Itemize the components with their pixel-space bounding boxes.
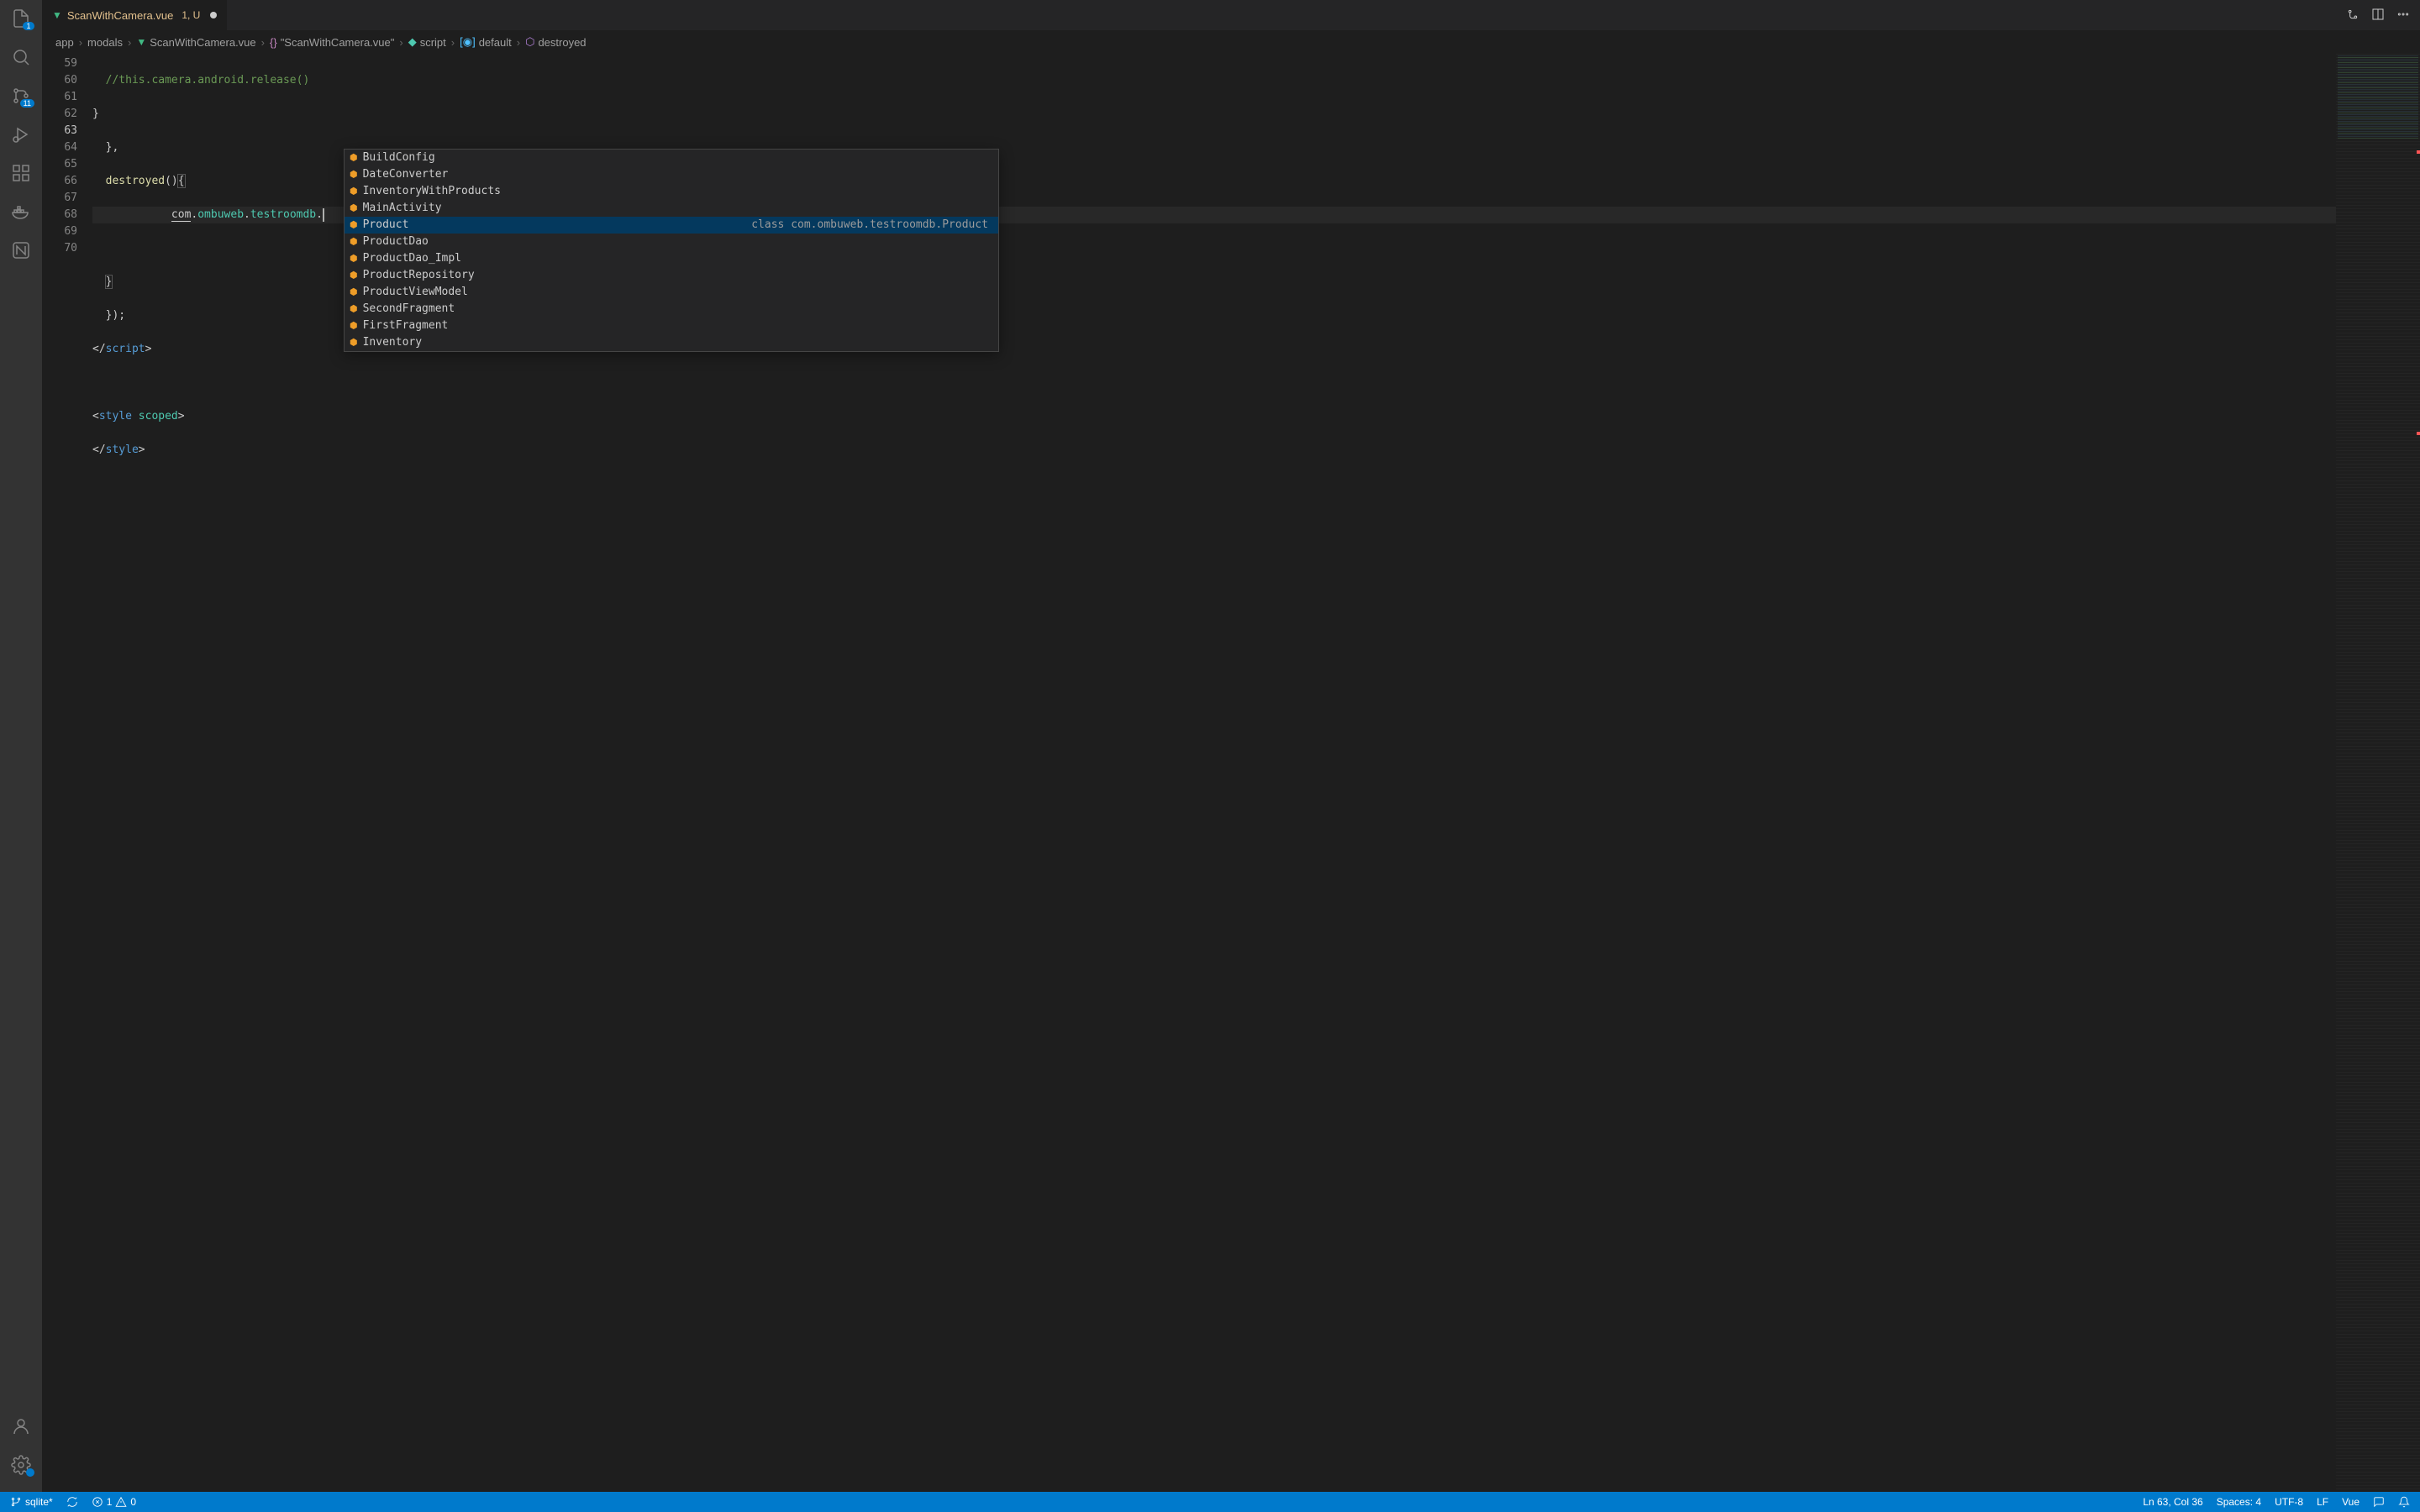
suggest-item[interactable]: ⬢ MainActivity <box>345 200 998 217</box>
suggest-item[interactable]: ⬢ Inventory <box>345 334 998 351</box>
status-feedback-icon[interactable] <box>2373 1496 2385 1508</box>
suggest-label: ProductRepository <box>363 267 475 284</box>
suggest-item[interactable]: ⬢ SecondFragment <box>345 301 998 318</box>
status-branch[interactable]: sqlite* <box>10 1496 53 1508</box>
suggest-label: SecondFragment <box>363 301 455 318</box>
class-icon: ⬢ <box>350 267 358 284</box>
tab-filename: ScanWithCamera.vue <box>67 9 173 22</box>
status-language[interactable]: Vue <box>2342 1496 2360 1508</box>
breadcrumb-item[interactable]: {}"ScanWithCamera.vue" <box>270 36 394 49</box>
code-content[interactable]: //this.camera.android.release() } }, des… <box>92 54 2336 1492</box>
accounts-icon[interactable] <box>11 1416 31 1436</box>
suggest-item[interactable]: ⬢ ProductViewModel <box>345 284 998 301</box>
scm-badge: 11 <box>20 99 34 108</box>
chevron-right-icon: › <box>451 36 455 49</box>
editor-area: ▼ ScanWithCamera.vue 1, U app › modals ›… <box>42 0 2420 1492</box>
class-icon: ⬢ <box>350 234 358 250</box>
docker-icon[interactable] <box>11 202 31 222</box>
status-bar: sqlite* 1 0 Ln 63, Col 36 Spaces: 4 UTF-… <box>0 1492 2420 1512</box>
suggest-item[interactable]: ⬢ DateConverter <box>345 166 998 183</box>
suggest-label: InventoryWithProducts <box>363 183 501 200</box>
compare-changes-icon[interactable] <box>2346 8 2360 24</box>
breadcrumb-item[interactable]: ▼ScanWithCamera.vue <box>136 36 255 49</box>
split-editor-icon[interactable] <box>2371 8 2385 24</box>
class-icon: ⬢ <box>350 150 358 166</box>
class-icon: ⬢ <box>350 183 358 200</box>
chevron-right-icon: › <box>79 36 82 49</box>
class-icon: ⬢ <box>350 301 358 318</box>
breadcrumb-item[interactable]: ◆script <box>408 35 446 49</box>
class-icon: ⬢ <box>350 166 358 183</box>
class-icon: ⬢ <box>350 334 358 351</box>
tab-bar: ▼ ScanWithCamera.vue 1, U <box>42 0 2420 30</box>
chevron-right-icon: › <box>261 36 265 49</box>
chevron-right-icon: › <box>399 36 402 49</box>
breadcrumb-item[interactable]: [◉]default <box>460 35 512 49</box>
suggest-label: ProductViewModel <box>363 284 468 301</box>
suggest-label: ProductDao <box>363 234 429 250</box>
extensions-icon[interactable] <box>11 163 31 183</box>
settings-sync-dot <box>26 1468 34 1477</box>
line-number-gutter: 596061626364656667686970 <box>42 54 92 1492</box>
status-sync-icon[interactable] <box>66 1496 78 1508</box>
class-icon: ⬢ <box>350 217 358 234</box>
chevron-right-icon: › <box>128 36 131 49</box>
breadcrumb[interactable]: app › modals › ▼ScanWithCamera.vue › {}"… <box>42 30 2420 54</box>
module-icon: [◉] <box>460 35 476 49</box>
vue-file-icon: ▼ <box>52 9 62 21</box>
search-icon[interactable] <box>11 47 31 67</box>
suggest-label: ProductDao_Impl <box>363 250 461 267</box>
status-bell-icon[interactable] <box>2398 1496 2410 1508</box>
suggest-item[interactable]: ⬢ BuildConfig <box>345 150 998 166</box>
breadcrumb-item[interactable]: app <box>55 36 74 49</box>
breadcrumb-item[interactable]: ⬡destroyed <box>525 35 586 49</box>
class-icon: ⬢ <box>350 284 358 301</box>
suggest-label: BuildConfig <box>363 150 435 166</box>
tab-status: 1, U <box>182 9 200 21</box>
status-problems[interactable]: 1 0 <box>92 1496 136 1508</box>
settings-gear-icon[interactable] <box>11 1455 31 1475</box>
suggest-label: FirstFragment <box>363 318 449 334</box>
explorer-badge: 1 <box>23 22 34 30</box>
code-editor[interactable]: 596061626364656667686970 //this.camera.a… <box>42 54 2420 1492</box>
class-icon: ⬢ <box>350 250 358 267</box>
status-cursor-pos[interactable]: Ln 63, Col 36 <box>2143 1496 2202 1508</box>
suggest-item[interactable]: ⬢ ProductRepository <box>345 267 998 284</box>
suggest-item[interactable]: ⬢ Product class com.ombuweb.testroomdb.Pro… <box>345 217 998 234</box>
suggest-label: Product <box>363 217 409 234</box>
suggest-item[interactable]: ⬢ ProductDao_Impl <box>345 250 998 267</box>
suggest-label: DateConverter <box>363 166 449 183</box>
suggest-item[interactable]: ⬢ InventoryWithProducts <box>345 183 998 200</box>
explorer-icon[interactable]: 1 <box>11 8 31 29</box>
suggest-label: MainActivity <box>363 200 442 217</box>
braces-icon: {} <box>270 36 277 49</box>
status-indent[interactable]: Spaces: 4 <box>2217 1496 2261 1508</box>
more-actions-icon[interactable] <box>2396 8 2410 24</box>
tab-scanwithcamera[interactable]: ▼ ScanWithCamera.vue 1, U <box>42 0 228 30</box>
minimap[interactable] <box>2336 54 2420 1492</box>
status-encoding[interactable]: UTF-8 <box>2275 1496 2303 1508</box>
scm-icon[interactable]: 11 <box>11 86 31 106</box>
class-icon: ⬢ <box>350 318 358 334</box>
class-icon: ⬢ <box>350 200 358 217</box>
chevron-right-icon: › <box>517 36 520 49</box>
debug-icon[interactable] <box>11 124 31 144</box>
suggest-item[interactable]: ⬢ FirstFragment <box>345 318 998 334</box>
vue-file-icon: ▼ <box>136 36 146 48</box>
script-icon: ◆ <box>408 35 417 49</box>
method-icon: ⬡ <box>525 35 534 49</box>
tab-dirty-dot <box>210 12 217 18</box>
suggest-detail: class com.ombuweb.testroomdb.Product <box>751 217 993 234</box>
breadcrumb-item[interactable]: modals <box>87 36 123 49</box>
nativescript-icon[interactable] <box>11 240 31 260</box>
suggest-label: Inventory <box>363 334 422 351</box>
activity-bar: 1 11 <box>0 0 42 1492</box>
suggest-item[interactable]: ⬢ ProductDao <box>345 234 998 250</box>
intellisense-popup[interactable]: ⬢ BuildConfig ⬢ DateConverter ⬢ InventoryWith… <box>344 149 999 352</box>
status-eol[interactable]: LF <box>2317 1496 2328 1508</box>
